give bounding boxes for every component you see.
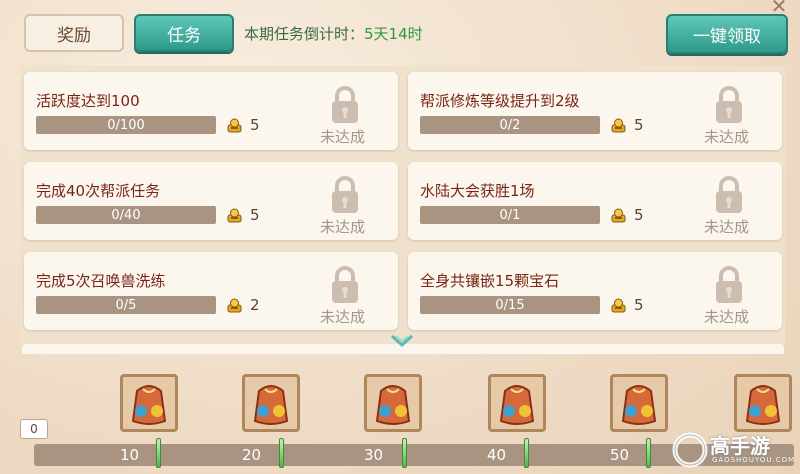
task-countdown: 本期任务倒计时：5天14时 [244,23,423,44]
task-reward-amount: 5 [250,116,260,134]
reward-bag-icon[interactable] [364,374,422,432]
tab-reward[interactable]: 奖励 [24,14,124,52]
countdown-value: 5天14时 [364,25,423,43]
reward-bag-icon[interactable] [242,374,300,432]
task-status: 未达成 [704,218,750,236]
task-card: 帮派修炼等级提升到2级 0/2 5 未达成 [408,72,782,150]
task-reward-amount: 5 [634,206,644,224]
task-title: 完成5次召唤兽洗练 [36,272,166,290]
padlock-icon [332,176,358,213]
task-card: 活跃度达到100 0/100 5 未达成 [24,72,398,150]
task-reward-amount: 5 [634,296,644,314]
task-status: 未达成 [320,308,366,326]
task-progress-bar: 0/40 [36,206,216,224]
task-reward-amount: 2 [250,296,260,314]
padlock-icon [716,266,742,303]
milestone-label: 30 [364,446,384,464]
gold-ingot-icon [611,118,626,133]
gold-ingot-icon [227,208,242,223]
padlock-icon [716,176,742,213]
task-title: 帮派修炼等级提升到2级 [420,92,580,110]
padlock-icon [332,266,358,303]
task-reward-amount: 5 [250,206,260,224]
task-progress-bar: 0/5 [36,296,216,314]
task-card: 全身共镶嵌15颗宝石 0/15 5 未达成 [408,252,782,330]
task-card: 完成5次召唤兽洗练 0/5 2 未达成 [24,252,398,330]
milestone-label: 50 [610,446,630,464]
gold-ingot-icon [227,298,242,313]
reward-bag-icon[interactable] [734,374,792,432]
task-list[interactable]: 活跃度达到100 0/100 5 未达成 帮派修炼等级提升到2级 0/2 5 未… [20,66,785,348]
claim-all-button[interactable]: 一键领取 [666,14,788,54]
reward-bag-icon[interactable] [488,374,546,432]
watermark-text: 高手游 [710,434,770,458]
reward-bag-icon[interactable] [610,374,668,432]
milestone-marker [646,438,651,468]
task-title: 完成40次帮派任务 [36,182,161,200]
task-status: 未达成 [320,128,366,146]
milestone-marker [279,438,284,468]
task-card: 水陆大会获胜1场 0/1 5 未达成 [408,162,782,240]
gold-ingot-icon [611,208,626,223]
task-status: 未达成 [704,308,750,326]
task-status: 未达成 [704,128,750,146]
task-title: 水陆大会获胜1场 [420,182,535,200]
tab-task[interactable]: 任务 [134,14,234,52]
chevron-down-icon[interactable] [390,334,414,348]
task-progress-bar: 0/2 [420,116,600,134]
padlock-icon [332,86,358,123]
reward-bag-icon[interactable] [120,374,178,432]
countdown-label: 本期任务倒计时： [244,25,365,43]
milestone-label: 20 [242,446,262,464]
padlock-icon [716,86,742,123]
close-icon[interactable]: ✕ [764,0,794,18]
milestone-marker [524,438,529,468]
milestone-label: 10 [120,446,140,464]
progress-current-value: 0 [20,419,48,439]
watermark-url: GAOSHOUYOU.COM [712,456,796,464]
task-progress-bar: 0/1 [420,206,600,224]
gold-ingot-icon [227,118,242,133]
milestone-label: 40 [487,446,507,464]
task-card: 完成40次帮派任务 0/40 5 未达成 [24,162,398,240]
task-progress-bar: 0/15 [420,296,600,314]
task-title: 全身共镶嵌15颗宝石 [420,272,560,290]
task-title: 活跃度达到100 [36,92,140,110]
gold-ingot-icon [611,298,626,313]
task-reward-amount: 5 [634,116,644,134]
milestone-marker [156,438,161,468]
milestone-marker [402,438,407,468]
task-status: 未达成 [320,218,366,236]
task-progress-bar: 0/100 [36,116,216,134]
